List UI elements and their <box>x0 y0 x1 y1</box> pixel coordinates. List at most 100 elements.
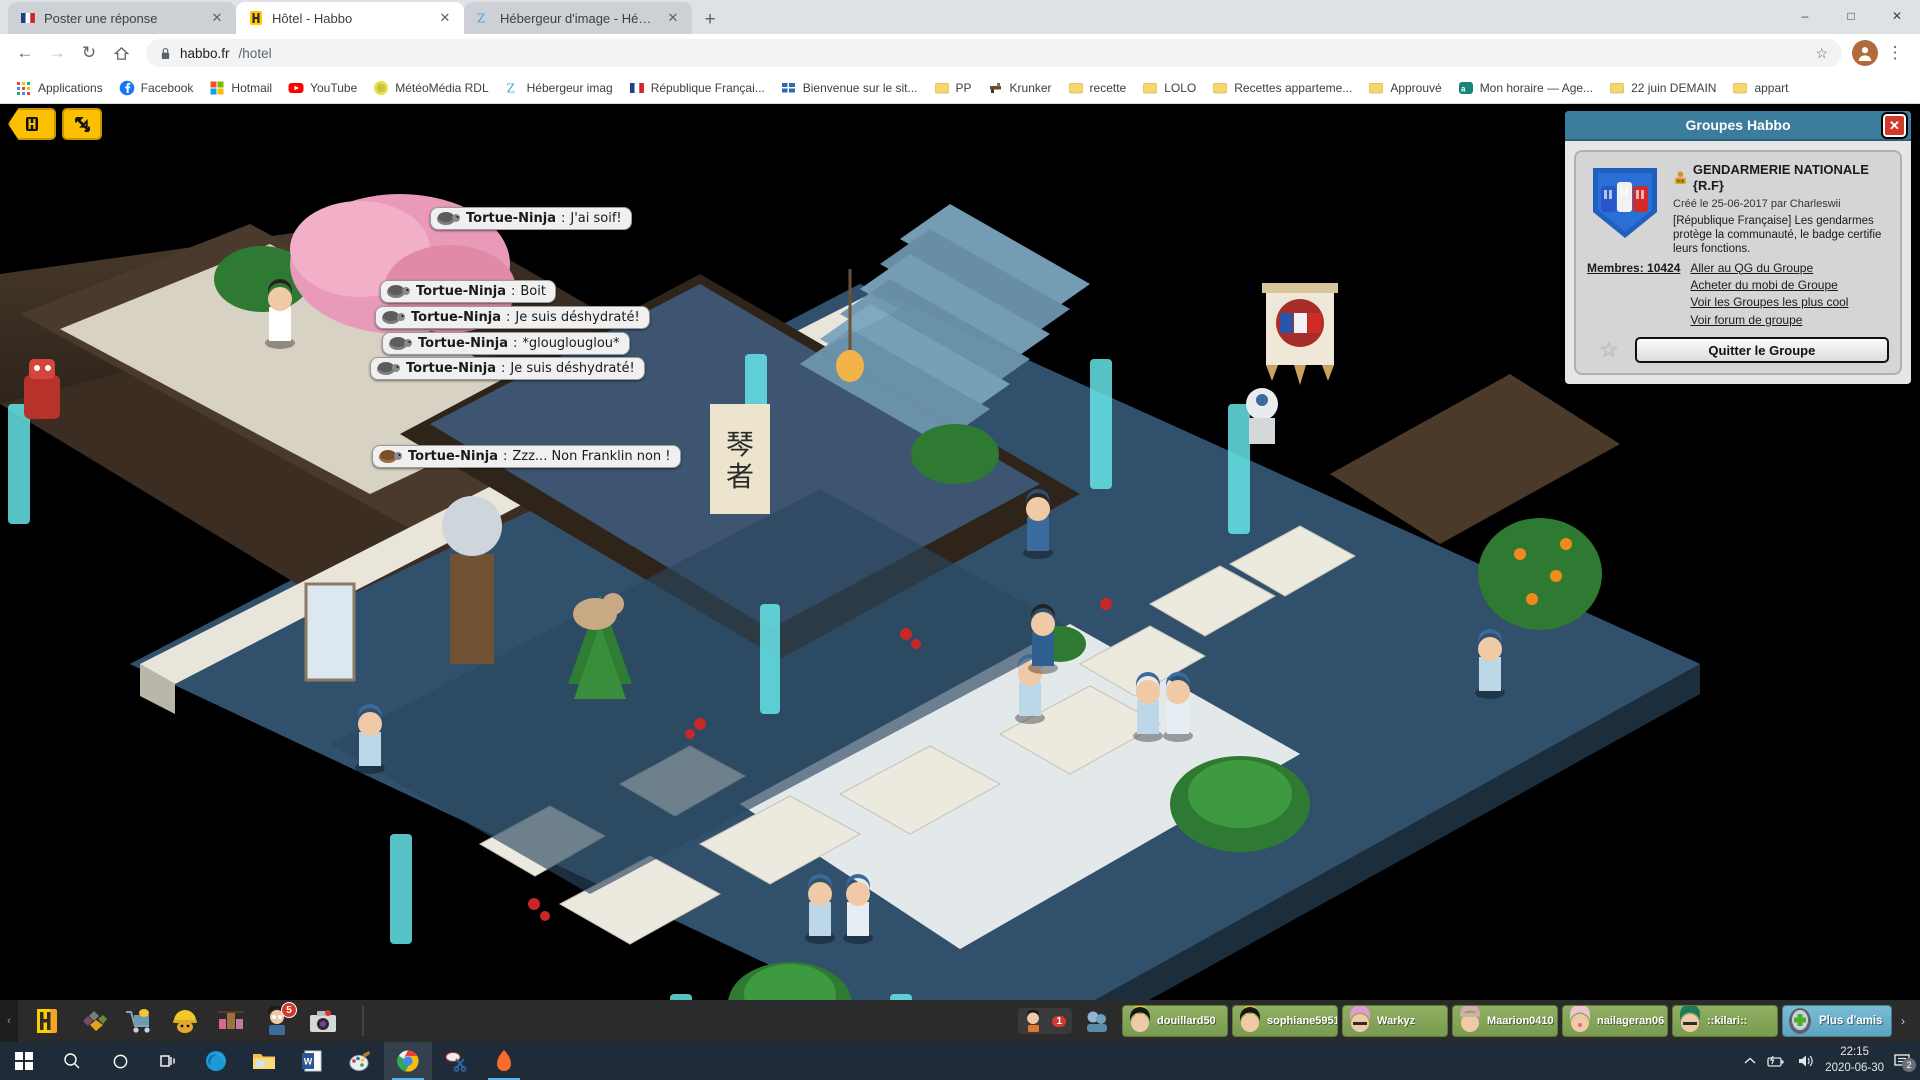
bookmark-recettes-appartement[interactable]: Recettes apparteme... <box>1204 77 1360 99</box>
add-friend-icon <box>1789 1008 1811 1034</box>
chrome-button[interactable] <box>384 1042 432 1080</box>
battery-icon[interactable] <box>1767 1055 1787 1068</box>
fullscreen-toggle-button[interactable] <box>62 108 102 140</box>
profile-avatar[interactable] <box>1852 40 1878 66</box>
bookmark-republique-francaise[interactable]: République Françai... <box>621 77 773 99</box>
group-link-hq[interactable]: Aller au QG du Groupe <box>1690 260 1848 277</box>
group-link-forum[interactable]: Voir forum de groupe <box>1690 312 1848 329</box>
bookmark-meteomedia[interactable]: MétéoMédia RDL <box>365 77 496 99</box>
avatar <box>1239 1006 1260 1032</box>
friend-chip[interactable]: ::kilari:: <box>1672 1005 1778 1037</box>
habbo-home-icon[interactable] <box>28 1002 66 1040</box>
back-icon[interactable]: ← <box>10 38 40 68</box>
me-profile-icon[interactable]: 5 <box>258 1002 297 1040</box>
toolbar-collapse-button[interactable]: ‹ <box>0 1000 18 1042</box>
origin-button[interactable] <box>480 1042 528 1080</box>
camera-icon[interactable] <box>304 1002 342 1040</box>
bookmark-mon-horaire[interactable]: a Mon horaire — Age... <box>1450 77 1601 99</box>
taskbar-clock[interactable]: 22:15 2020-06-30 <box>1825 1045 1884 1076</box>
reload-icon[interactable]: ↻ <box>74 38 104 68</box>
room-users-count: 1 <box>1052 1015 1066 1027</box>
start-button[interactable] <box>0 1042 48 1080</box>
friend-chip[interactable]: douillard50 <box>1122 1005 1228 1037</box>
friend-name: douillard50 <box>1157 1015 1216 1027</box>
task-view-button[interactable] <box>144 1042 192 1080</box>
edge-button[interactable] <box>192 1042 240 1080</box>
new-tab-button[interactable]: + <box>696 6 724 34</box>
volume-icon[interactable] <box>1797 1054 1815 1068</box>
chat-bubble[interactable]: Tortue-Ninja: Zzz... Non Franklin non ! <box>372 445 681 468</box>
inventory-icon[interactable] <box>212 1002 250 1040</box>
chat-bubble[interactable]: Tortue-Ninja: J'ai soif! <box>430 207 632 230</box>
folder-icon <box>1369 82 1384 93</box>
tab-close-icon[interactable]: ✕ <box>436 9 454 27</box>
bookmark-facebook[interactable]: Facebook <box>111 77 202 99</box>
bookmark-22-juin-demain[interactable]: 22 juin DEMAIN <box>1601 77 1724 99</box>
friends-next-arrow-icon[interactable]: › <box>1896 1005 1910 1037</box>
group-link-buy-furni[interactable]: Acheter du mobi de Groupe <box>1690 277 1848 294</box>
friend-chip[interactable]: sophiane59510 <box>1232 1005 1338 1037</box>
friend-chip[interactable]: nailageran06 <box>1562 1005 1668 1037</box>
browser-tab-2[interactable]: Z Hébergeur d'image - Hébergeme ✕ <box>464 2 692 34</box>
chrome-menu-icon[interactable]: ⋮ <box>1880 38 1910 68</box>
bookmark-star-icon[interactable]: ☆ <box>1815 45 1828 62</box>
favorite-star-icon[interactable]: ☆ <box>1599 337 1619 363</box>
close-icon[interactable]: ✕ <box>1883 114 1906 137</box>
browser-tab-1[interactable]: Hôtel - Habbo ✕ <box>236 2 464 34</box>
action-center-button[interactable]: 2 <box>1894 1053 1916 1072</box>
paint-button[interactable] <box>336 1042 384 1080</box>
friends-list-icon[interactable] <box>1078 1002 1116 1040</box>
browser-tab-0[interactable]: Poster une réponse ✕ <box>8 2 236 34</box>
minimize-button[interactable]: – <box>1782 0 1828 32</box>
groups-panel[interactable]: Groupes Habbo ✕ 50k GENDARMERIE NATIONAL… <box>1562 108 1914 388</box>
catalogue-icon[interactable] <box>120 1002 158 1040</box>
bookmark-recette[interactable]: recette <box>1060 77 1135 99</box>
helper-icon[interactable] <box>166 1002 204 1040</box>
chat-author: Tortue-Ninja <box>418 335 508 351</box>
bookmark-youtube[interactable]: YouTube <box>280 77 365 99</box>
word-button[interactable]: W <box>288 1042 336 1080</box>
apps-grid-icon <box>17 81 30 95</box>
bookmark-applications[interactable]: Applications <box>8 77 111 99</box>
group-card: 50k GENDARMERIE NATIONALE {R.F} Créé le … <box>1574 150 1902 376</box>
avatar <box>1349 1006 1370 1032</box>
bookmark-appart[interactable]: appart <box>1724 77 1796 99</box>
tab-close-icon[interactable]: ✕ <box>208 9 226 27</box>
tab-close-icon[interactable]: ✕ <box>664 9 682 27</box>
friend-chip[interactable]: Warkyz <box>1342 1005 1448 1037</box>
chat-bubble[interactable]: Tortue-Ninja: *glouglouglou* <box>382 332 630 355</box>
friend-chip[interactable]: Maarion0410 <box>1452 1005 1558 1037</box>
chat-message: Zzz... Non Franklin non ! <box>512 448 671 464</box>
chat-bubble[interactable]: Tortue-Ninja: Je suis déshydraté! <box>370 357 645 380</box>
task-view-icon <box>160 1055 175 1067</box>
search-icon <box>64 1053 80 1069</box>
bookmark-lolo[interactable]: LOLO <box>1134 77 1204 99</box>
search-button[interactable] <box>48 1042 96 1080</box>
more-friends-button[interactable]: Plus d'amis <box>1782 1005 1892 1037</box>
group-link-cool-groups[interactable]: Voir les Groupes les plus cool <box>1690 294 1848 311</box>
quit-group-button[interactable]: Quitter le Groupe <box>1634 337 1889 364</box>
bookmark-krunker[interactable]: Krunker <box>980 77 1060 99</box>
bookmark-hotmail[interactable]: Hotmail <box>201 77 280 99</box>
bookmark-approuve[interactable]: Approuvé <box>1360 77 1449 99</box>
chat-bubble[interactable]: Tortue-Ninja: Je suis déshydraté! <box>375 306 650 329</box>
close-window-button[interactable]: ✕ <box>1874 0 1920 32</box>
back-to-hotel-view-button[interactable] <box>8 108 56 140</box>
navigator-icon[interactable] <box>74 1002 112 1040</box>
url-path: /hotel <box>238 45 272 61</box>
cortana-button[interactable] <box>96 1042 144 1080</box>
group-badge-icon <box>1593 168 1657 238</box>
snip-button[interactable] <box>432 1042 480 1080</box>
bookmark-pp[interactable]: PP <box>926 77 980 99</box>
show-hidden-icons-chevron[interactable] <box>1743 1056 1757 1066</box>
bookmark-bienvenue[interactable]: Bienvenue sur le sit... <box>773 77 926 99</box>
maximize-button[interactable]: □ <box>1828 0 1874 32</box>
address-bar[interactable]: habbo.fr/hotel ☆ <box>146 39 1842 67</box>
clock-time: 22:15 <box>1840 1046 1869 1059</box>
file-explorer-button[interactable] <box>240 1042 288 1080</box>
forward-icon[interactable]: → <box>42 38 72 68</box>
home-icon[interactable] <box>106 38 136 68</box>
chat-bubble[interactable]: Tortue-Ninja: Boit <box>380 280 556 303</box>
bookmark-hebergeur[interactable]: Z Hébergeur imag <box>497 77 621 99</box>
room-users-button[interactable]: 1 <box>1018 1008 1072 1034</box>
